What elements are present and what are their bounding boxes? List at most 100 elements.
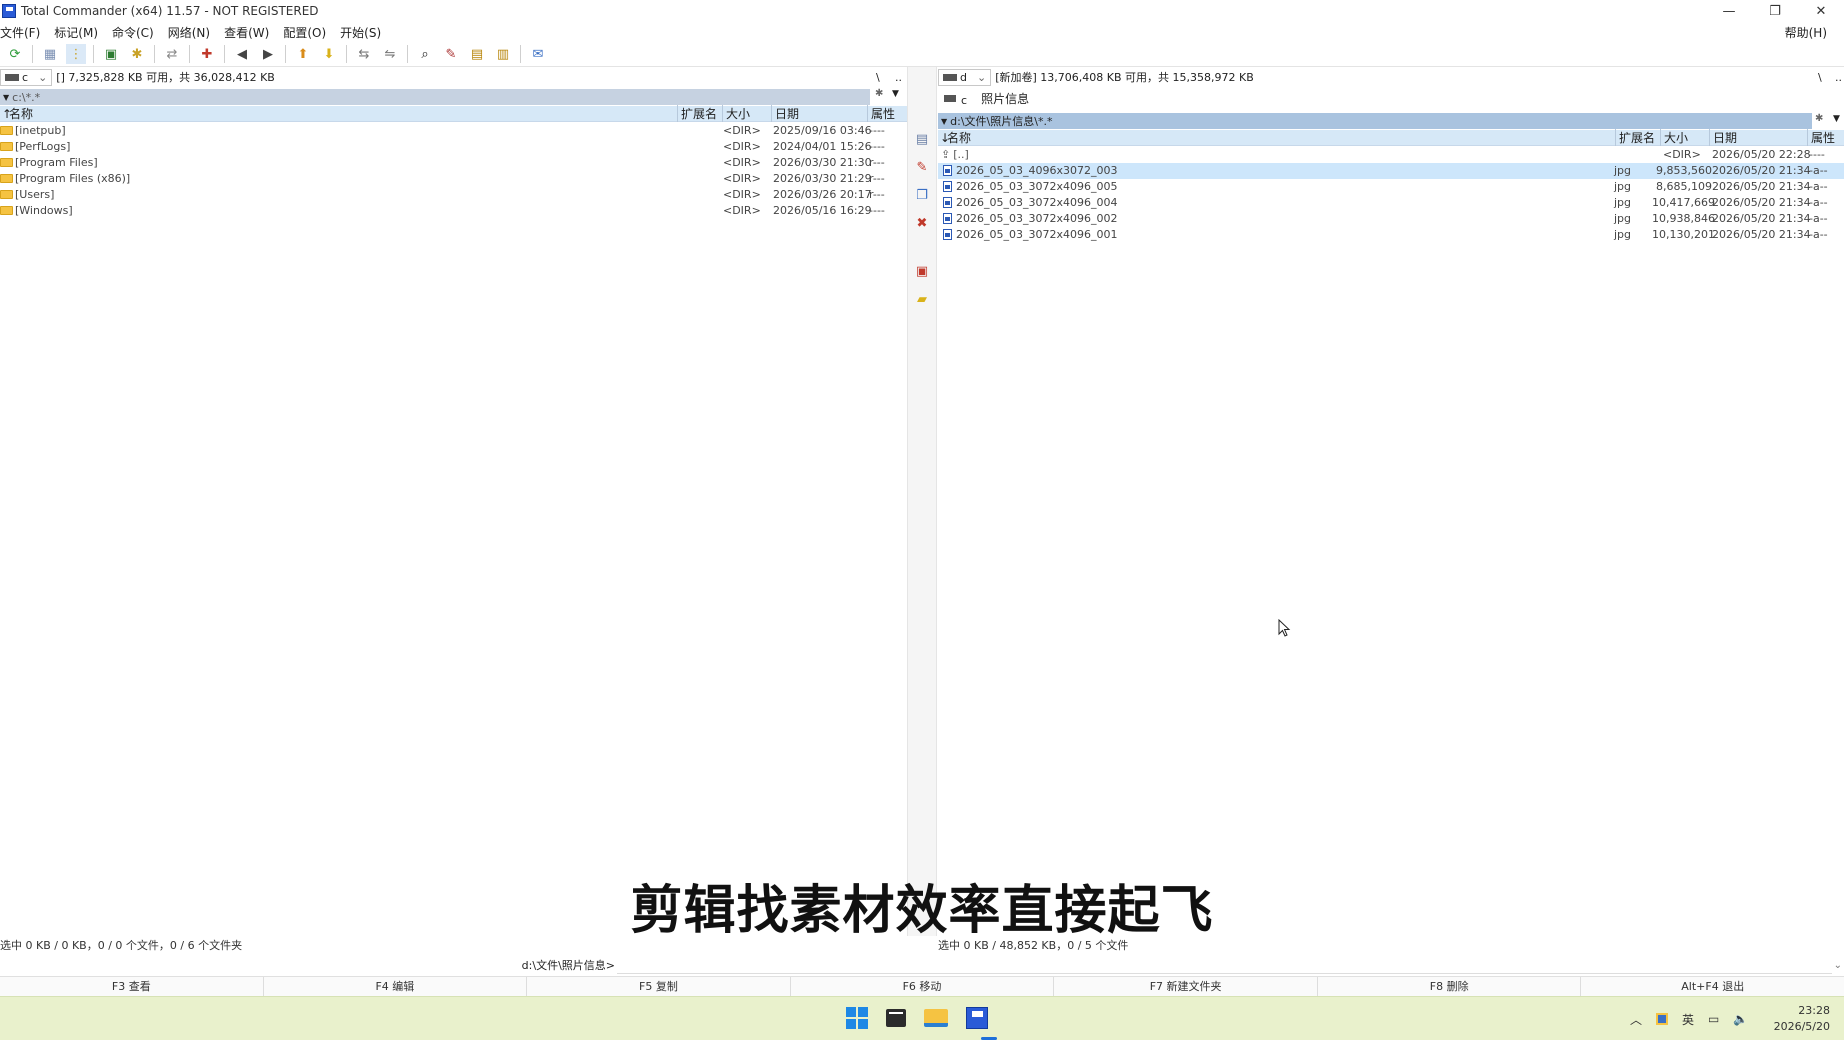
right-row-parent-dir[interactable]: ⇪[..] <DIR> 2026/05/20 22:28 ---- [938, 147, 1844, 163]
chevron-up-icon[interactable]: ︿ [1630, 1011, 1642, 1028]
right-root-button[interactable]: \ [1818, 71, 1822, 84]
left-col-ext[interactable]: 扩展名 [677, 105, 717, 122]
invert-selection-icon[interactable]: ⇄ [162, 44, 182, 64]
back-icon[interactable]: ◀ [232, 44, 252, 64]
volume-icon[interactable]: 🔈 [1733, 1012, 1748, 1026]
left-root-button[interactable]: \ [876, 71, 880, 84]
left-row-perflogs[interactable]: [PerfLogs] <DIR> 2024/04/01 15:26 ---- [0, 139, 907, 155]
right-dropdown-icon[interactable]: ▼ [1833, 114, 1840, 124]
file-size: 10,938,846 [1652, 212, 1712, 225]
command-line: d:\文件\照片信息> ⌄ [0, 954, 1844, 976]
f6-move-button[interactable]: F6 移动 [791, 977, 1055, 996]
right-row-file[interactable]: 2026_05_03_3072x4096_004 jpg 10,417,669 … [938, 195, 1844, 211]
restore-icon[interactable]: ❐ [1752, 0, 1798, 22]
left-row-users[interactable]: [Users] <DIR> 2026/03/26 20:17 r--- [0, 187, 907, 203]
menu-commands[interactable]: 命令(C) [105, 24, 161, 41]
terminal-app-icon[interactable] [886, 1009, 906, 1027]
ime-indicator[interactable]: 英 [1682, 1011, 1694, 1028]
ftp-icon[interactable]: ▥ [493, 44, 513, 64]
right-row-file[interactable]: 2026_05_03_3072x4096_001 jpg 10,130,201 … [938, 227, 1844, 243]
f8-delete-button[interactable]: F8 删除 [1318, 977, 1582, 996]
left-star-icon[interactable]: ✱ [875, 88, 883, 99]
close-icon[interactable]: ✕ [1798, 0, 1844, 22]
file-attr: -a-- [1809, 164, 1828, 177]
right-row-file[interactable]: 2026_05_03_3072x4096_002 jpg 10,938,846 … [938, 211, 1844, 227]
new-folder-icon[interactable]: ▰ [912, 289, 932, 309]
right-row-selected[interactable]: 2026_05_03_4096x3072_003 jpg 9,853,560 2… [938, 163, 1844, 179]
copy-names-icon[interactable]: ▤ [467, 44, 487, 64]
toolbar-divider [224, 45, 225, 63]
chevron-down-icon: ⌄ [977, 71, 986, 84]
unpack-icon[interactable]: ⬇ [319, 44, 339, 64]
clock[interactable]: 23:28 2026/5/20 [1774, 1003, 1830, 1035]
right-row-file[interactable]: 2026_05_03_3072x4096_005 jpg 8,685,109 2… [938, 179, 1844, 195]
windows-start-icon[interactable] [846, 1007, 868, 1029]
left-row-inetpub[interactable]: [inetpub] <DIR> 2025/09/16 03:46 ---- [0, 123, 907, 139]
tree-view-icon[interactable]: ✱ [127, 44, 147, 64]
sync-dirs-icon[interactable]: ⇋ [380, 44, 400, 64]
right-col-attr[interactable]: 属性 [1807, 129, 1835, 146]
menu-mark[interactable]: 标记(M) [47, 24, 105, 41]
full-view-icon[interactable]: ⋮ [66, 44, 86, 64]
edit-file-icon[interactable]: ✎ [912, 157, 932, 177]
chevron-down-icon[interactable]: ⌄ [1834, 960, 1842, 971]
f3-view-button[interactable]: F3 查看 [0, 977, 264, 996]
left-col-attr[interactable]: 属性 [867, 105, 895, 122]
left-drive-selector[interactable]: c ⌄ [0, 69, 52, 86]
folder-icon [0, 158, 13, 167]
network-icon[interactable]: ▭ [1708, 1012, 1719, 1026]
minimize-icon[interactable]: — [1706, 0, 1752, 22]
find-files-icon[interactable]: ⌕ [415, 44, 435, 64]
right-tab-drive[interactable]: c [961, 94, 967, 107]
thumbnail-view-icon[interactable]: ▣ [101, 44, 121, 64]
f4-edit-button[interactable]: F4 编辑 [264, 977, 528, 996]
menu-network[interactable]: 网络(N) [161, 24, 217, 41]
menu-help[interactable]: 帮助(H) [1778, 24, 1834, 41]
f7-new-folder-button[interactable]: F7 新建文件夹 [1054, 977, 1318, 996]
pack-icon[interactable]: ⬆ [293, 44, 313, 64]
f5-copy-button[interactable]: F5 复制 [527, 977, 791, 996]
right-history-icon[interactable]: ▼ [941, 117, 947, 126]
left-col-name[interactable]: 名称 [9, 105, 33, 122]
view-file-icon[interactable]: ▤ [912, 129, 932, 149]
toolbar-divider [407, 45, 408, 63]
brief-view-icon[interactable]: ▦ [40, 44, 60, 64]
menu-view[interactable]: 查看(W) [217, 24, 276, 41]
left-row-windows[interactable]: [Windows] <DIR> 2026/05/16 16:29 ---- [0, 203, 907, 219]
delete-file-icon[interactable]: ✖ [912, 213, 932, 233]
left-history-icon[interactable]: ▼ [3, 93, 9, 102]
left-dropdown-icon[interactable]: ▼ [892, 89, 899, 99]
left-path-bar[interactable]: ▼ c:\*.* [0, 89, 870, 105]
altf4-exit-button[interactable]: Alt+F4 退出 [1581, 977, 1844, 996]
right-col-size[interactable]: 大小 [1660, 129, 1688, 146]
right-tab-folder[interactable]: 照片信息 [981, 90, 1029, 107]
menu-file[interactable]: 文件(F) [0, 24, 47, 41]
left-col-size[interactable]: 大小 [722, 105, 750, 122]
right-col-date[interactable]: 日期 [1709, 129, 1737, 146]
command-input[interactable] [617, 956, 1832, 974]
refresh-icon[interactable]: ⟳ [5, 44, 25, 64]
total-commander-icon[interactable] [966, 1007, 988, 1029]
right-col-name[interactable]: 名称 [947, 129, 971, 146]
left-col-date[interactable]: 日期 [771, 105, 799, 122]
menu-start[interactable]: 开始(S) [333, 24, 388, 41]
function-key-bar: F3 查看 F4 编辑 F5 复制 F6 移动 F7 新建文件夹 F8 删除 A… [0, 976, 1844, 996]
multi-rename-icon[interactable]: ✎ [441, 44, 461, 64]
forward-icon[interactable]: ▶ [258, 44, 278, 64]
compare-dirs-icon[interactable]: ⇆ [354, 44, 374, 64]
notepad-icon[interactable]: ✉ [528, 44, 548, 64]
right-path-bar[interactable]: ▼ d:\文件\照片信息\*.* [938, 113, 1812, 129]
right-up-button[interactable]: .. [1835, 71, 1842, 84]
right-drive-selector[interactable]: d ⌄ [938, 69, 991, 86]
copy-file-icon[interactable]: ❐ [912, 185, 932, 205]
file-explorer-icon[interactable] [924, 1009, 948, 1027]
pack-files-icon[interactable]: ▣ [912, 261, 932, 281]
left-row-program-files[interactable]: [Program Files] <DIR> 2026/03/30 21:30 r… [0, 155, 907, 171]
left-row-program-files-x86[interactable]: [Program Files (x86)] <DIR> 2026/03/30 2… [0, 171, 907, 187]
right-star-icon[interactable]: ✱ [1815, 113, 1823, 124]
right-col-ext[interactable]: 扩展名 [1615, 129, 1655, 146]
tray-app-icon[interactable] [1656, 1013, 1668, 1025]
menu-configuration[interactable]: 配置(O) [276, 24, 333, 41]
left-up-button[interactable]: .. [895, 71, 902, 84]
hotlist-icon[interactable]: ✚ [197, 44, 217, 64]
